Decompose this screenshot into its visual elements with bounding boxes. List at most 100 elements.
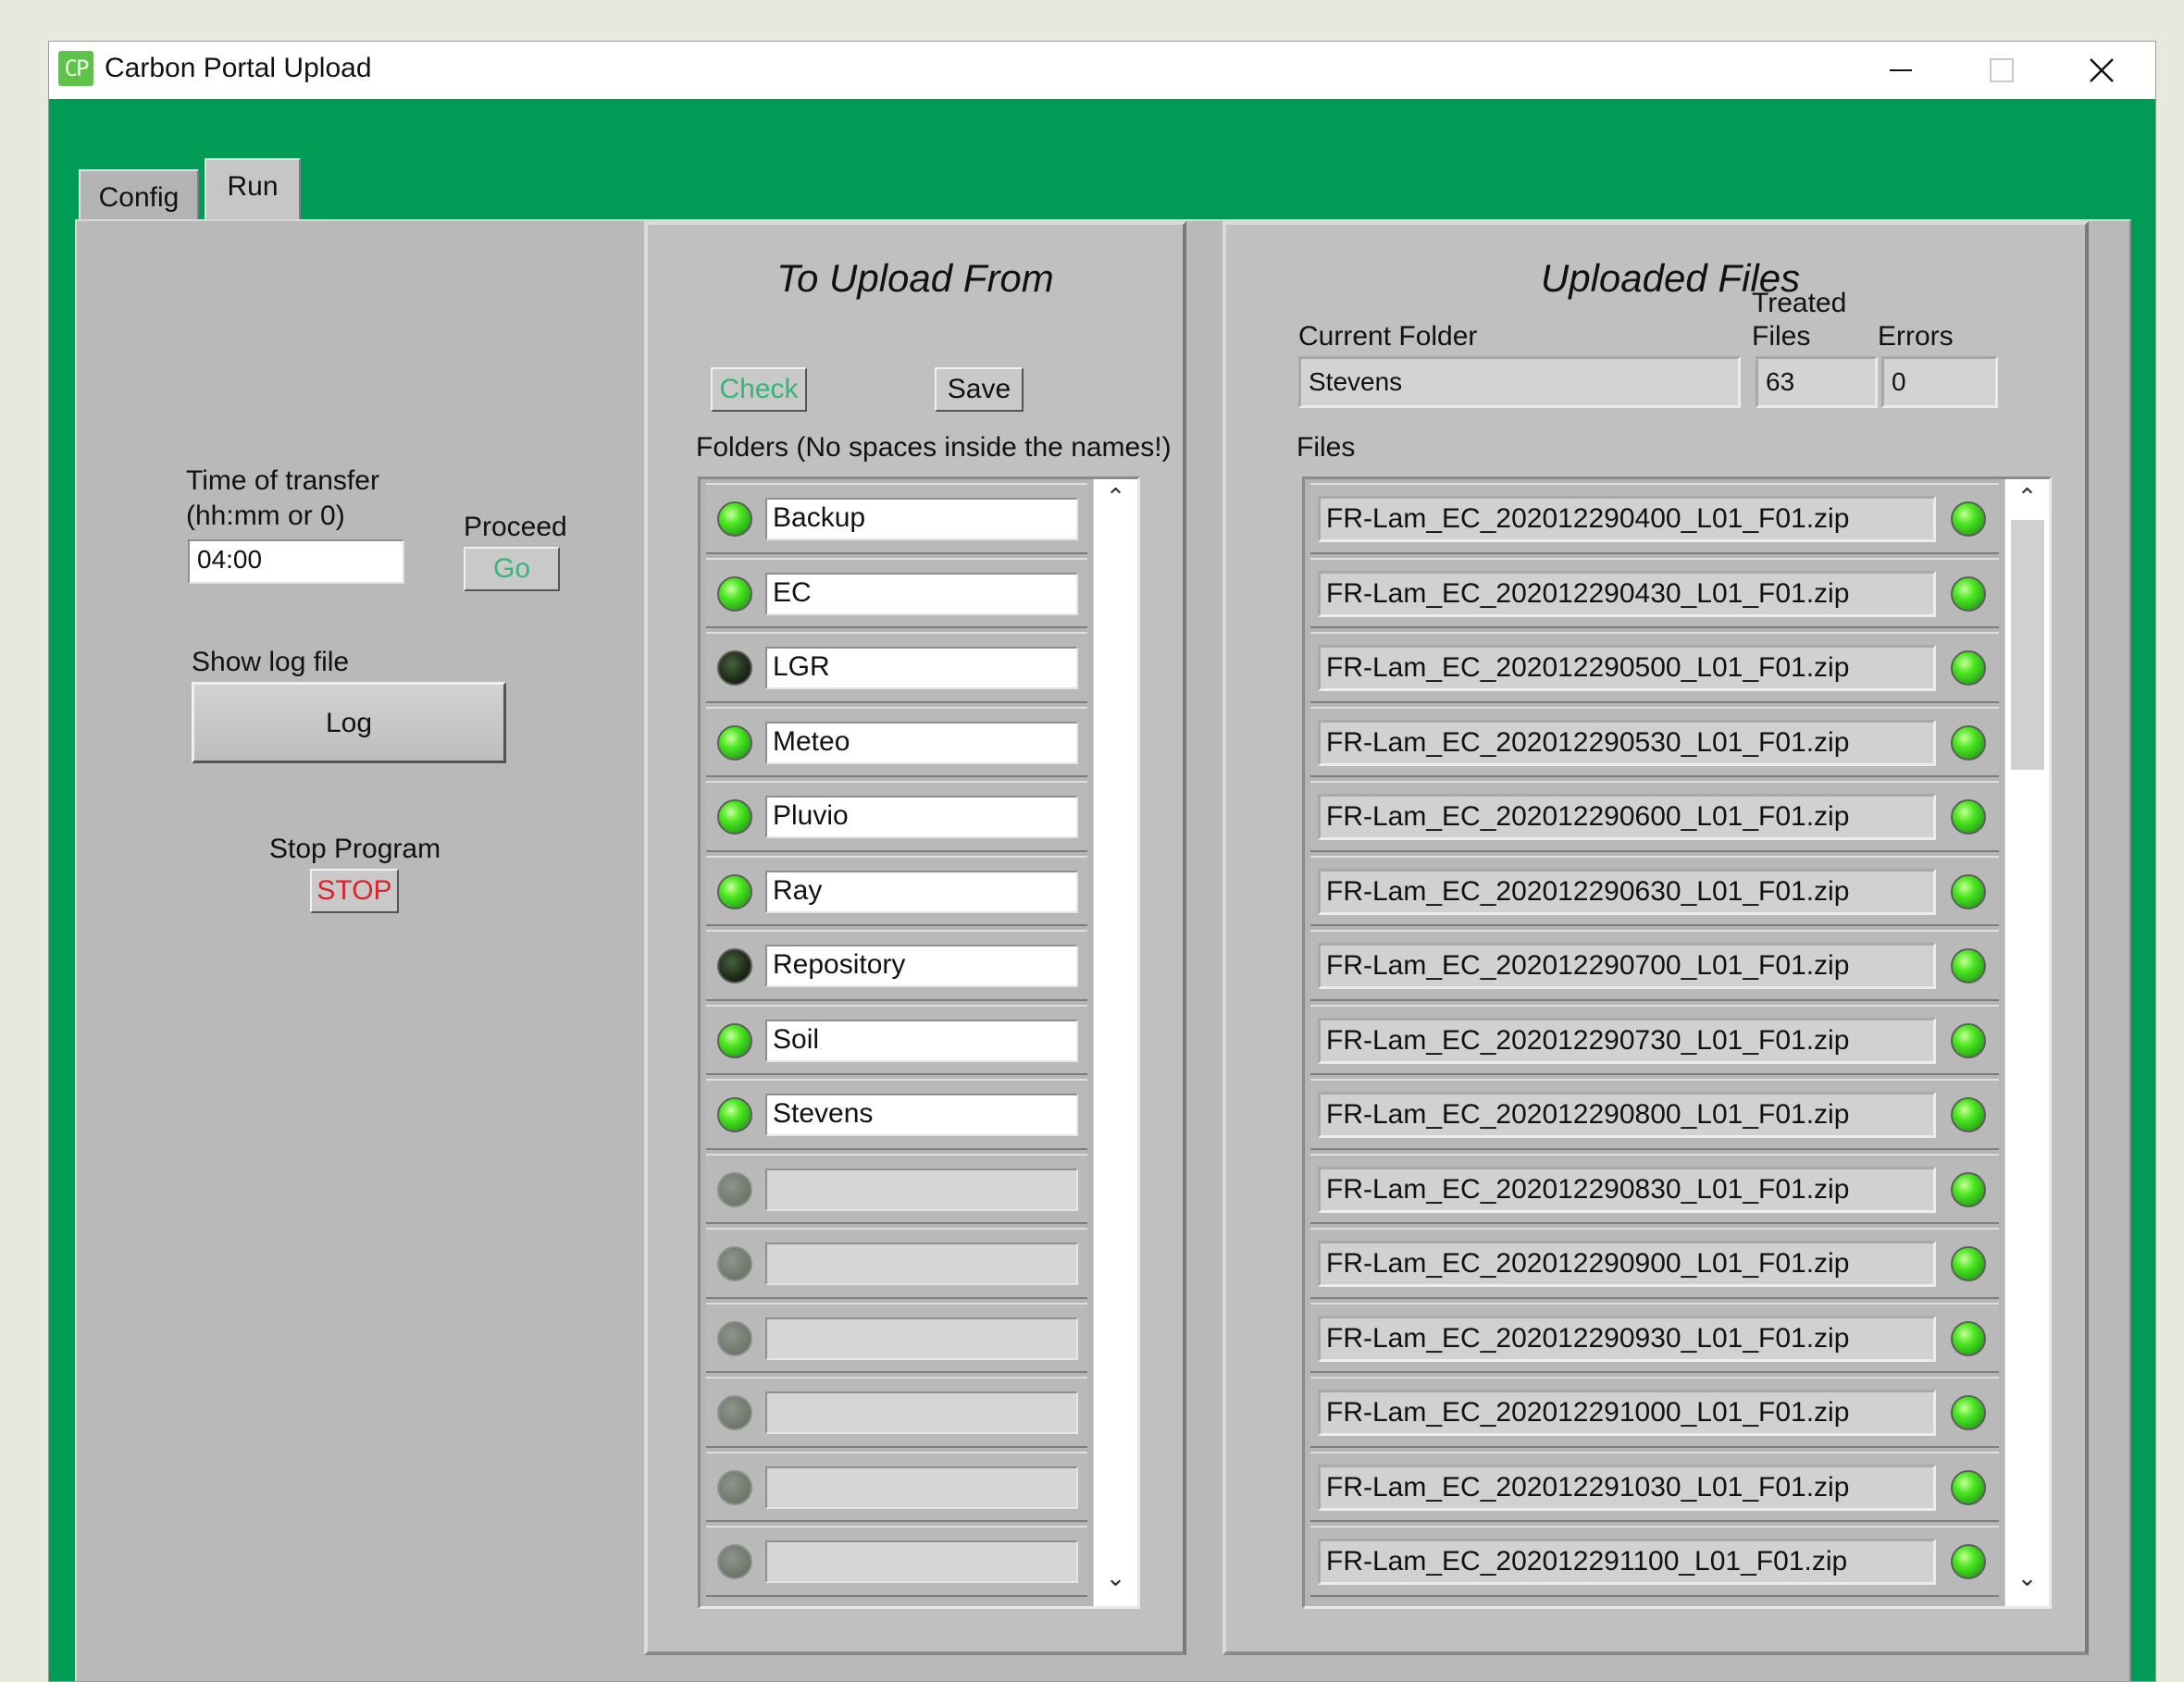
save-button[interactable]: Save	[935, 367, 1024, 412]
show-log-label: Show log file	[192, 647, 350, 677]
file-status-led	[1951, 724, 1986, 761]
file-row[interactable]: FR-Lam_EC_202012290900_L01_F01.zip	[1310, 1228, 1999, 1299]
files-scrollbar[interactable]: ⌃ ⌄	[2004, 479, 2049, 1606]
file-row[interactable]: FR-Lam_EC_202012290830_L01_F01.zip	[1310, 1153, 1999, 1224]
file-row[interactable]: FR-Lam_EC_202012290630_L01_F01.zip	[1310, 855, 1999, 926]
folder-status-led[interactable]	[717, 1395, 752, 1430]
folder-row[interactable]	[706, 1451, 1087, 1522]
folder-row[interactable]: Repository	[706, 930, 1087, 1001]
folder-row[interactable]: Meteo	[706, 706, 1087, 777]
time-of-transfer-label: Time of transfer	[186, 465, 379, 496]
folder-status-led[interactable]	[717, 650, 752, 686]
folder-name-field[interactable]: Meteo	[765, 721, 1078, 764]
chevron-up-icon[interactable]: ⌃	[1094, 483, 1137, 512]
tab-run[interactable]: Run	[205, 158, 301, 227]
file-status-led	[1951, 1022, 1986, 1058]
go-button[interactable]: Go	[464, 547, 560, 591]
upload-from-title: To Upload From	[776, 256, 1054, 300]
folder-name-field[interactable]	[765, 1317, 1078, 1360]
folder-status-led[interactable]	[717, 948, 752, 983]
folder-status-led[interactable]	[717, 1320, 752, 1356]
folder-name-field[interactable]	[765, 1168, 1078, 1211]
stop-button[interactable]: STOP	[310, 869, 399, 913]
errors-label: Errors	[1878, 321, 1954, 352]
folder-name-field[interactable]: Soil	[765, 1019, 1078, 1062]
folder-status-led[interactable]	[717, 1246, 752, 1281]
file-row[interactable]: FR-Lam_EC_202012291000_L01_F01.zip	[1310, 1377, 1999, 1448]
uploaded-files-panel: Uploaded Files Current Folder Stevens Tr…	[1222, 221, 2089, 1655]
file-status-led	[1951, 873, 1986, 909]
folder-name-field[interactable]	[765, 1391, 1078, 1434]
folder-name-field[interactable]: Stevens	[765, 1094, 1078, 1136]
file-row[interactable]: FR-Lam_EC_202012291100_L01_F01.zip	[1310, 1526, 1999, 1597]
file-row[interactable]: FR-Lam_EC_202012291030_L01_F01.zip	[1310, 1451, 1999, 1522]
folder-row[interactable]	[706, 1377, 1087, 1448]
title-bar[interactable]: CP Carbon Portal Upload	[49, 42, 2155, 99]
minimize-button[interactable]	[1847, 42, 1949, 99]
file-status-led	[1951, 799, 1986, 835]
folder-name-field[interactable]: EC	[765, 572, 1078, 615]
file-row[interactable]: FR-Lam_EC_202012290500_L01_F01.zip	[1310, 632, 1999, 703]
folder-name-field[interactable]: Ray	[765, 870, 1078, 913]
folder-name-field[interactable]	[765, 1243, 1078, 1285]
folder-row[interactable]	[706, 1228, 1087, 1299]
folder-status-led[interactable]	[717, 1544, 752, 1579]
folder-name-field[interactable]: Pluvio	[765, 796, 1078, 838]
folder-name-field[interactable]: Backup	[765, 498, 1078, 540]
folder-status-led[interactable]	[717, 1469, 752, 1505]
file-row[interactable]: FR-Lam_EC_202012290530_L01_F01.zip	[1310, 706, 1999, 777]
folder-status-led[interactable]	[717, 1097, 752, 1132]
folder-status-led[interactable]	[717, 1171, 752, 1207]
check-button[interactable]: Check	[711, 367, 807, 412]
file-row[interactable]: FR-Lam_EC_202012290800_L01_F01.zip	[1310, 1079, 1999, 1150]
folder-status-led[interactable]	[717, 575, 752, 612]
folder-status-led[interactable]	[717, 873, 752, 909]
chevron-up-icon[interactable]: ⌃	[2005, 483, 2049, 512]
log-button[interactable]: Log	[192, 682, 506, 763]
folder-name-field[interactable]: Repository	[765, 945, 1078, 987]
folders-list[interactable]: Backup EC LGR Meteo Pluvio Ray Repository Soil S…	[698, 476, 1140, 1609]
file-name-field: FR-Lam_EC_202012290800_L01_F01.zip	[1318, 1092, 1936, 1138]
folders-scrollbar[interactable]: ⌃ ⌄	[1093, 479, 1137, 1606]
folder-row[interactable]: Stevens	[706, 1079, 1087, 1150]
chevron-down-icon[interactable]: ⌄	[1094, 1564, 1137, 1592]
folder-status-led[interactable]	[717, 501, 752, 537]
file-row[interactable]: FR-Lam_EC_202012290600_L01_F01.zip	[1310, 781, 1999, 852]
folder-status-led[interactable]	[717, 724, 752, 761]
folder-row[interactable]: Backup	[706, 483, 1087, 554]
folder-row[interactable]	[706, 1526, 1087, 1597]
folder-status-led[interactable]	[717, 799, 752, 835]
maximize-button[interactable]	[1949, 42, 2051, 99]
folder-name-field[interactable]	[765, 1466, 1078, 1509]
tab-config[interactable]: Config	[79, 169, 199, 225]
files-scroll-thumb[interactable]	[2011, 520, 2044, 770]
folder-name-field[interactable]: LGR	[765, 647, 1078, 689]
file-row[interactable]: FR-Lam_EC_202012290730_L01_F01.zip	[1310, 1004, 1999, 1075]
file-row[interactable]: FR-Lam_EC_202012290400_L01_F01.zip	[1310, 483, 1999, 554]
upload-from-panel: To Upload From Check Save Folders (No sp…	[644, 221, 1186, 1655]
file-row[interactable]: FR-Lam_EC_202012290700_L01_F01.zip	[1310, 930, 1999, 1001]
errors-field: 0	[1881, 356, 1998, 408]
run-tab-panel: Time of transfer (hh:mm or 0) 04:00 Proc…	[75, 219, 2131, 1681]
close-button[interactable]	[2051, 42, 2153, 99]
folder-row[interactable]: LGR	[706, 632, 1087, 703]
files-list[interactable]: FR-Lam_EC_202012290400_L01_F01.zip FR-Lam…	[1302, 476, 2052, 1609]
file-status-led	[1951, 1544, 1986, 1579]
time-of-transfer-input[interactable]: 04:00	[188, 539, 404, 584]
folder-row[interactable]: Ray	[706, 855, 1087, 926]
close-icon	[2090, 58, 2114, 82]
file-row[interactable]: FR-Lam_EC_202012290430_L01_F01.zip	[1310, 557, 1999, 628]
window-title: Carbon Portal Upload	[105, 53, 372, 83]
file-status-led	[1951, 501, 1986, 537]
folder-row[interactable]	[706, 1302, 1087, 1373]
folder-row[interactable]	[706, 1153, 1087, 1224]
folder-row[interactable]: EC	[706, 557, 1087, 628]
folder-name-field[interactable]	[765, 1540, 1078, 1583]
folder-status-led[interactable]	[717, 1022, 752, 1058]
folder-row[interactable]: Soil	[706, 1004, 1087, 1075]
current-folder-field: Stevens	[1298, 356, 1741, 408]
chevron-down-icon[interactable]: ⌄	[2005, 1564, 2049, 1592]
file-row[interactable]: FR-Lam_EC_202012290930_L01_F01.zip	[1310, 1302, 1999, 1373]
file-name-field: FR-Lam_EC_202012290600_L01_F01.zip	[1318, 794, 1936, 840]
folder-row[interactable]: Pluvio	[706, 781, 1087, 852]
